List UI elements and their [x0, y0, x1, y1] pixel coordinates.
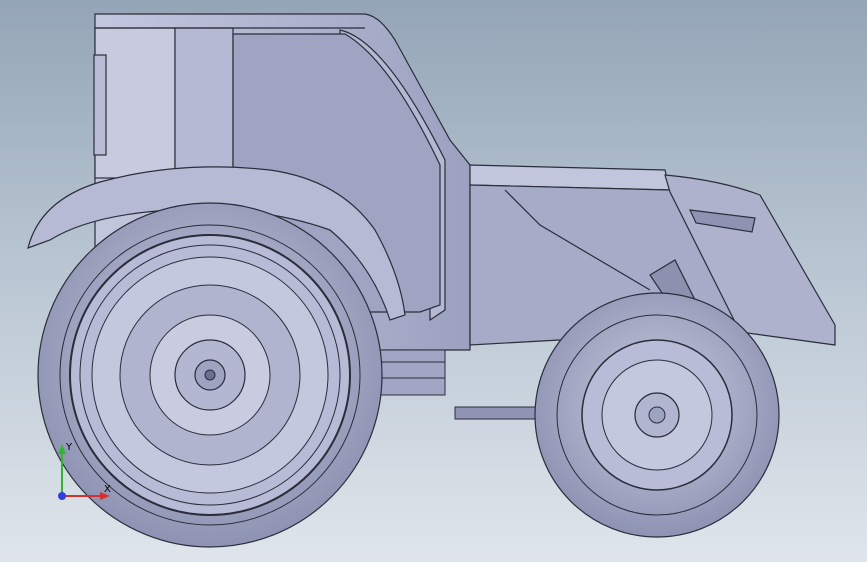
chassis[interactable]: [369, 349, 546, 420]
tractor-model[interactable]: [0, 0, 867, 562]
x-axis-label: X: [104, 484, 111, 495]
front-wheel[interactable]: [534, 292, 780, 538]
cab-side-panel: [174, 27, 234, 179]
drive-shaft: [454, 406, 546, 420]
cab-rear-pillar: [94, 27, 176, 179]
cab-handle: [93, 54, 107, 156]
coordinate-triad: Y X: [58, 442, 111, 500]
cad-graphics-viewport[interactable]: Y X: [0, 0, 867, 562]
y-axis-arrow-icon: [58, 444, 66, 454]
y-axis-label: Y: [65, 442, 73, 453]
z-axis-dot-icon: [58, 492, 66, 500]
